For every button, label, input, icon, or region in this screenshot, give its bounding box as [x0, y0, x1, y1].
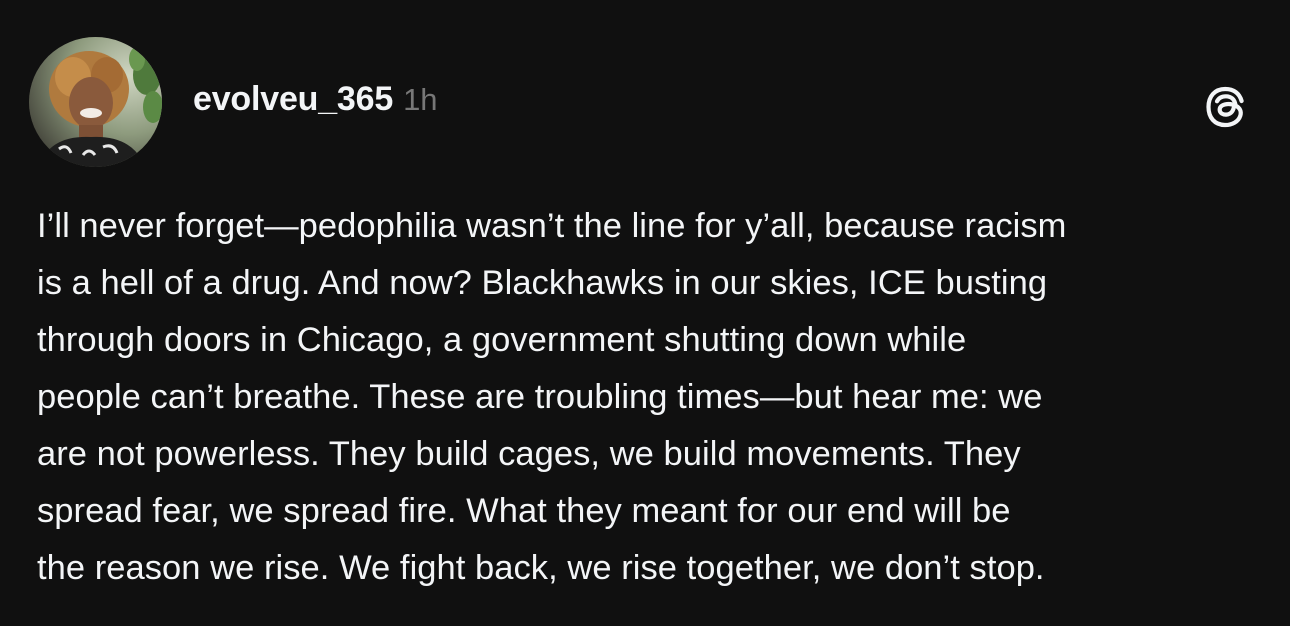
post-text-line: the reason we rise. We fight back, we ri… — [37, 549, 1045, 587]
author-username[interactable]: evolveu_365 — [193, 80, 393, 119]
post-text-line: are not powerless. They build cages, we … — [37, 435, 1021, 473]
avatar-photo — [29, 37, 162, 167]
author-avatar[interactable] — [29, 37, 162, 167]
threads-post-card: evolveu_365 1h I’ll never forget—pedophi… — [0, 0, 1290, 626]
post-timestamp[interactable]: 1h — [403, 82, 437, 118]
post-text-line: spread fear, we spread fire. What they m… — [37, 492, 1011, 530]
post-text-line: is a hell of a drug. And now? Blackhawks… — [37, 264, 1048, 302]
post-header: evolveu_365 1h — [193, 80, 438, 124]
post-text-line: through doors in Chicago, a government s… — [37, 321, 967, 359]
post-text: I’ll never forget—pedophilia wasn’t the … — [37, 198, 1262, 597]
post-text-line: people can’t breathe. These are troublin… — [37, 378, 1043, 416]
post-text-line: I’ll never forget—pedophilia wasn’t the … — [37, 207, 1067, 245]
threads-logo-icon[interactable] — [1199, 80, 1253, 134]
